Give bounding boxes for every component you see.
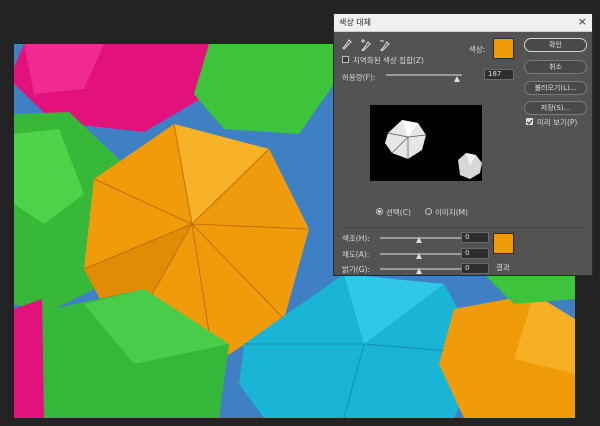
dialog-title-bar[interactable]: 색상 대체 ×	[334, 14, 592, 32]
result-label: 결과	[496, 263, 510, 272]
view-image-label: 이미지(M)	[435, 208, 469, 217]
view-selection-label: 선택(C)	[386, 208, 411, 217]
hue-label: 색조(H):	[342, 234, 370, 243]
color-swatch[interactable]	[493, 38, 514, 59]
fuzziness-slider-thumb[interactable]	[453, 76, 460, 82]
hue-slider-track[interactable]	[380, 237, 464, 239]
view-selection-radio[interactable]	[376, 208, 383, 215]
saturation-slider-thumb[interactable]	[416, 253, 422, 259]
hue-input[interactable]: 0	[461, 232, 489, 243]
hue-slider-thumb[interactable]	[416, 237, 422, 243]
lightness-slider-thumb[interactable]	[416, 268, 422, 274]
selection-preview	[370, 105, 482, 181]
replace-color-dialog: 색상 대체 × 색상: 지역화된 색상 집합(Z) 허용량(F): 187 선택…	[333, 13, 593, 276]
fuzziness-slider-track[interactable]	[386, 74, 462, 76]
eyedropper-minus-icon[interactable]	[380, 39, 390, 51]
close-icon[interactable]: ×	[578, 15, 587, 28]
saturation-slider-track[interactable]	[380, 253, 464, 255]
view-image-radio[interactable]	[425, 208, 432, 215]
localized-clusters-label: 지역화된 색상 집합(Z)	[353, 56, 424, 65]
fuzziness-input[interactable]: 187	[484, 69, 514, 80]
cancel-button[interactable]: 취소	[524, 60, 587, 74]
lightness-slider-track[interactable]	[380, 268, 464, 270]
saturation-input[interactable]: 0	[461, 248, 489, 259]
ok-button[interactable]: 확인	[524, 38, 587, 52]
section-divider	[340, 227, 588, 228]
dialog-title: 색상 대체	[339, 18, 371, 27]
result-swatch[interactable]	[493, 233, 514, 254]
color-label: 색상:	[469, 45, 486, 54]
lightness-label: 밝기(G):	[342, 265, 370, 274]
preview-checkbox[interactable]	[526, 118, 533, 125]
preview-label: 미리 보기(P)	[537, 118, 578, 127]
eyedropper-icon[interactable]	[342, 39, 352, 51]
saturation-label: 채도(A):	[342, 250, 370, 259]
fuzziness-label: 허용량(F):	[342, 73, 376, 82]
save-button[interactable]: 저장(S)...	[524, 101, 587, 115]
localized-clusters-checkbox[interactable]	[342, 56, 349, 63]
eyedropper-plus-icon[interactable]	[361, 39, 371, 51]
load-button[interactable]: 불러오기(L)...	[524, 81, 587, 95]
lightness-input[interactable]: 0	[461, 263, 489, 274]
